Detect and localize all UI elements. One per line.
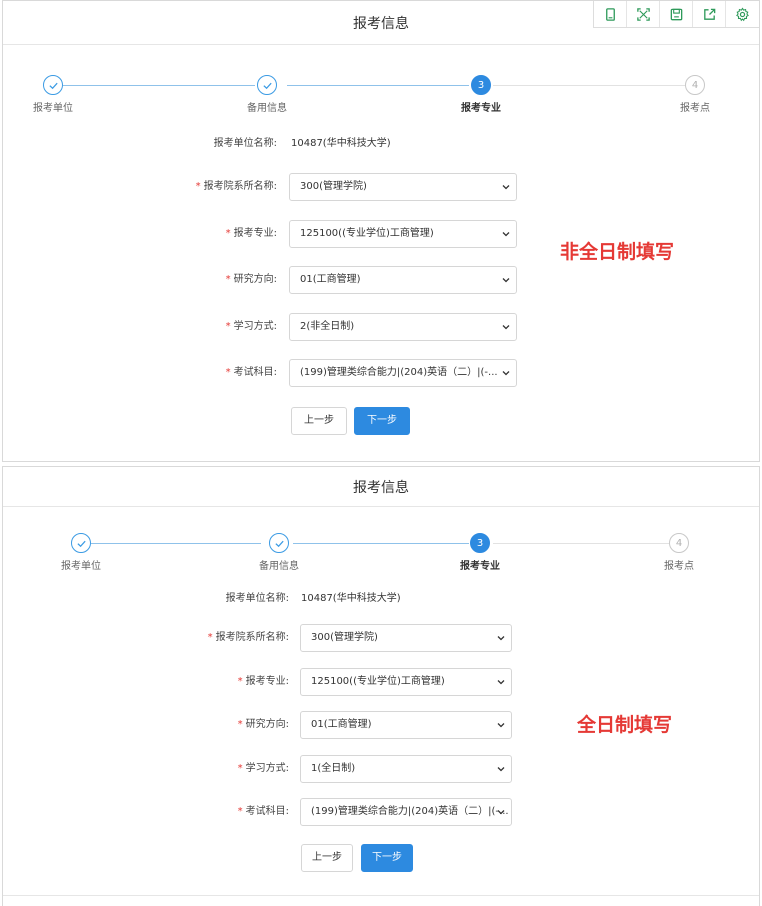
- portrait-icon[interactable]: [594, 1, 627, 27]
- divider: [3, 895, 759, 896]
- chevron-down-icon: [502, 232, 510, 237]
- chevron-down-icon: [497, 723, 505, 728]
- step-label: 报考专业: [461, 103, 501, 114]
- required-mark: *: [237, 763, 243, 774]
- subjects-label: * 考试科目:: [225, 367, 277, 378]
- mode-select[interactable]: 1(全日制): [300, 755, 512, 783]
- registration-panel-full-time: 报考信息 报考单位 备用信息 3 报考专业 4 报考点 报考单位名称: 1048: [2, 466, 760, 906]
- step-connector: [293, 543, 469, 544]
- divider: [3, 44, 759, 45]
- chevron-down-icon: [502, 371, 510, 376]
- chevron-down-icon: [502, 325, 510, 330]
- step-label: 报考点: [680, 103, 710, 114]
- direction-label: * 研究方向:: [225, 274, 277, 285]
- required-mark: *: [237, 806, 243, 817]
- fullscreen-icon[interactable]: [627, 1, 660, 27]
- progress-steps: 报考单位 备用信息 3 报考专业 4 报考点: [3, 75, 759, 115]
- chevron-down-icon: [497, 636, 505, 641]
- step-number: 4: [669, 533, 689, 553]
- share-icon[interactable]: [693, 1, 726, 27]
- check-icon: [43, 75, 63, 95]
- unit-value: 10487(华中科技大学): [291, 138, 391, 149]
- mode-label: * 学习方式:: [237, 763, 289, 774]
- toolbar: [593, 1, 759, 28]
- step-connector: [91, 543, 261, 544]
- required-mark: *: [237, 719, 243, 730]
- required-mark: *: [225, 274, 231, 285]
- prev-step-button[interactable]: 上一步: [291, 407, 347, 435]
- save-icon[interactable]: [660, 1, 693, 27]
- dept-row: * 报考院系所名称: 300(管理学院): [3, 173, 759, 201]
- step-label: 报考单位: [33, 103, 73, 114]
- subjects-select[interactable]: (199)管理类综合能力|(204)英语（二）|(-...: [300, 798, 512, 826]
- mode-row: * 学习方式: 2(非全日制): [3, 313, 759, 341]
- check-icon: [71, 533, 91, 553]
- step-number: 4: [685, 75, 705, 95]
- direction-select[interactable]: 01(工商管理): [300, 711, 512, 739]
- prev-step-button[interactable]: 上一步: [301, 844, 353, 872]
- chevron-down-icon: [497, 810, 505, 815]
- required-mark: *: [195, 181, 201, 192]
- registration-panel-part-time: 报考信息 报考单位 备用信息 3 报考专业 4 报考点 报考单位名称: 1048: [2, 0, 760, 462]
- required-mark: *: [225, 367, 231, 378]
- subjects-label: * 考试科目:: [237, 806, 289, 817]
- divider: [3, 506, 759, 507]
- direction-row: * 研究方向: 01(工商管理): [3, 266, 759, 294]
- chevron-down-icon: [502, 185, 510, 190]
- step-connector: [493, 85, 685, 86]
- step-label: 报考专业: [460, 561, 500, 572]
- required-mark: *: [207, 632, 213, 643]
- next-step-button[interactable]: 下一步: [361, 844, 413, 872]
- unit-label: 报考单位名称:: [213, 138, 277, 149]
- step-label: 备用信息: [247, 103, 287, 114]
- subjects-row: * 考试科目: (199)管理类综合能力|(204)英语（二）|(-...: [3, 359, 759, 387]
- panel-title: 报考信息: [353, 480, 409, 496]
- unit-label: 报考单位名称:: [225, 593, 289, 604]
- chevron-down-icon: [502, 278, 510, 283]
- step-label: 报考点: [664, 561, 694, 572]
- major-select[interactable]: 125100((专业学位)工商管理): [300, 668, 512, 696]
- dept-label: * 报考院系所名称:: [207, 632, 289, 643]
- major-select[interactable]: 125100((专业学位)工商管理): [289, 220, 517, 248]
- annotation-note: 全日制填写: [577, 714, 673, 736]
- subjects-row: * 考试科目: (199)管理类综合能力|(204)英语（二）|(-...: [3, 798, 759, 826]
- next-step-button[interactable]: 下一步: [354, 407, 410, 435]
- step-number: 3: [470, 533, 490, 553]
- unit-row: 报考单位名称: 10487(华中科技大学): [3, 130, 759, 158]
- chevron-down-icon: [497, 680, 505, 685]
- required-mark: *: [225, 228, 231, 239]
- unit-row: 报考单位名称: 10487(华中科技大学): [3, 585, 759, 613]
- dept-row: * 报考院系所名称: 300(管理学院): [3, 624, 759, 652]
- step-connector: [493, 543, 669, 544]
- direction-select[interactable]: 01(工商管理): [289, 266, 517, 294]
- required-mark: *: [237, 676, 243, 687]
- major-row: * 报考专业: 125100((专业学位)工商管理): [3, 668, 759, 696]
- chevron-down-icon: [497, 767, 505, 772]
- mode-label: * 学习方式:: [225, 321, 277, 332]
- settings-icon[interactable]: [726, 1, 759, 27]
- major-label: * 报考专业:: [225, 228, 277, 239]
- progress-steps: 报考单位 备用信息 3 报考专业 4 报考点: [3, 533, 759, 573]
- annotation-note: 非全日制填写: [560, 241, 675, 263]
- direction-label: * 研究方向:: [237, 719, 289, 730]
- check-icon: [257, 75, 277, 95]
- step-connector: [63, 85, 255, 86]
- step-label: 报考单位: [61, 561, 101, 572]
- unit-value: 10487(华中科技大学): [301, 593, 401, 604]
- major-label: * 报考专业:: [237, 676, 289, 687]
- step-label: 备用信息: [259, 561, 299, 572]
- step-connector: [287, 85, 469, 86]
- dept-label: * 报考院系所名称:: [195, 181, 277, 192]
- required-mark: *: [225, 321, 231, 332]
- mode-row: * 学习方式: 1(全日制): [3, 755, 759, 783]
- check-icon: [269, 533, 289, 553]
- mode-select[interactable]: 2(非全日制): [289, 313, 517, 341]
- step-number: 3: [471, 75, 491, 95]
- subjects-select[interactable]: (199)管理类综合能力|(204)英语（二）|(-...: [289, 359, 517, 387]
- dept-select[interactable]: 300(管理学院): [289, 173, 517, 201]
- dept-select[interactable]: 300(管理学院): [300, 624, 512, 652]
